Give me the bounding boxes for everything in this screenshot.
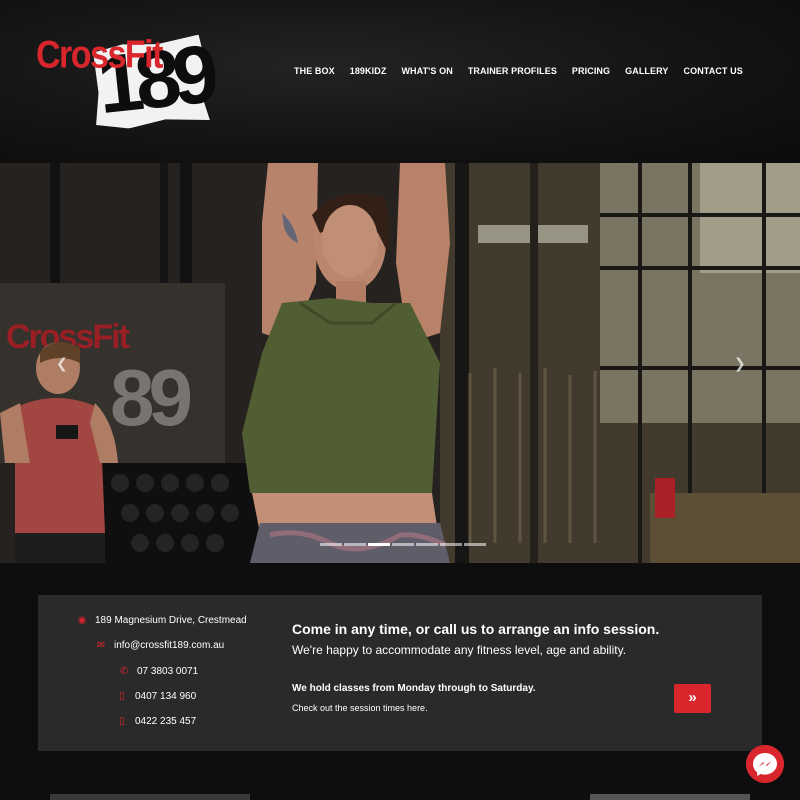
info-subline: We're happy to accommodate any fitness l… [292,643,627,657]
logo-wordmark: CrossFit [36,33,163,77]
nav-item-whats-on[interactable]: WHAT'S ON [401,66,452,80]
slider-dot[interactable] [416,543,438,546]
mobile-icon: ▯ [119,716,125,727]
nav-item-trainer-profiles[interactable]: TRAINER PROFILES [468,66,557,80]
phone-icon: ✆ [119,666,129,677]
nav-item-the-box[interactable]: THE BOX [294,66,335,80]
session-times-button[interactable]: » [674,684,711,713]
nav-item-189kidz[interactable]: 189KIDZ [350,66,387,80]
slider-dot[interactable] [464,543,486,546]
slider-pagination [320,543,486,546]
email-link: info@crossfit189.com.au [114,640,225,651]
contact-address[interactable]: ◉ 189 Magnesium Drive, Crestmead [76,615,247,626]
contact-phone-mobile-2[interactable]: ▯ 0422 235 457 [116,716,196,727]
next-section-image-peek [590,794,750,800]
phone-mobile-2-text: 0422 235 457 [135,716,197,727]
slider-dot-active[interactable] [368,543,390,546]
contact-phone-landline[interactable]: ✆ 07 3803 0071 [118,666,198,677]
slider-dot[interactable] [320,543,342,546]
slider-prev-icon[interactable]: ❮ [56,355,68,372]
map-pin-icon: ◉ [77,615,87,626]
slider-dot[interactable] [440,543,462,546]
messenger-icon [746,745,784,783]
hero-slider[interactable]: CrossFit 89 ❮ ❯ [0,163,800,563]
session-times-link[interactable]: Check out the session times here. [292,703,428,713]
phone-mobile-1-text: 0407 134 960 [135,691,197,702]
slider-dot[interactable] [392,543,414,546]
site-header: 189 CrossFit THE BOX 189KIDZ WHAT'S ON T… [0,0,800,163]
hero-photo: CrossFit 89 [0,163,800,563]
double-chevron-right-icon: » [688,689,697,706]
slider-next-icon[interactable]: ❯ [734,355,746,372]
contact-email[interactable]: ✉ info@crossfit189.com.au [95,640,224,651]
messenger-chat-button[interactable] [746,745,784,783]
main-nav: THE BOX 189KIDZ WHAT'S ON TRAINER PROFIL… [294,66,758,80]
nav-item-pricing[interactable]: PRICING [572,66,610,80]
slider-dot[interactable] [344,543,366,546]
address-text: 189 Magnesium Drive, Crestmead [95,615,247,626]
phone-landline-text: 07 3803 0071 [137,666,199,677]
info-headline: Come in any time, or call us to arrange … [292,621,660,637]
envelope-icon: ✉ [96,640,106,651]
nav-item-gallery[interactable]: GALLERY [625,66,668,80]
mobile-icon: ▯ [119,691,125,702]
next-section-heading-peek [50,794,250,800]
classes-schedule-text: We hold classes from Monday through to S… [292,683,536,694]
crossfit-189-logo[interactable]: 189 CrossFit [36,26,215,131]
contact-phone-mobile-1[interactable]: ▯ 0407 134 960 [116,691,196,702]
nav-item-contact-us[interactable]: CONTACT US [684,66,743,80]
